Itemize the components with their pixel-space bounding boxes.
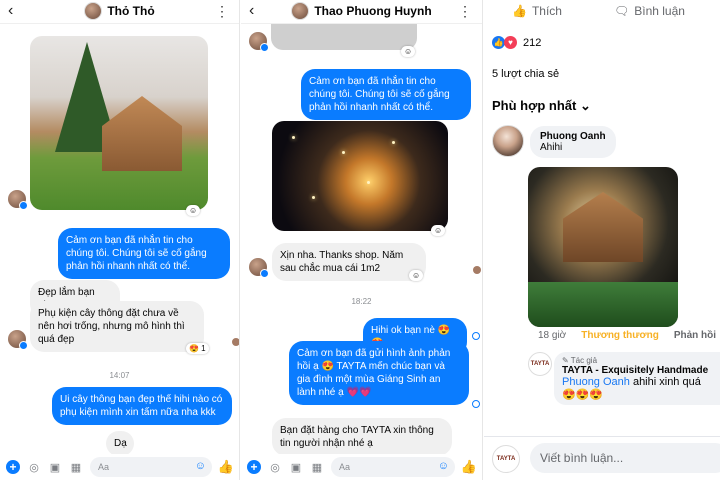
composer-page-avatar: TAYTA bbox=[492, 445, 520, 473]
timestamp: 18:22 bbox=[351, 297, 372, 306]
timestamp: 14:07 bbox=[109, 371, 130, 380]
message-outgoing: Cảm ơn bạn đã nhắn tin cho chúng tôi. Ch… bbox=[58, 228, 230, 279]
emoji-icon[interactable]: ☺ bbox=[438, 460, 449, 472]
thumbs-up-icon[interactable]: 👍 bbox=[218, 459, 234, 474]
more-options-icon[interactable]: ⋮ bbox=[458, 3, 472, 20]
react-icon[interactable]: ☺ bbox=[431, 225, 446, 236]
like-label: Thích bbox=[531, 4, 562, 18]
house-shape bbox=[563, 192, 643, 262]
reply-emojis: 😍😍😍 bbox=[562, 389, 604, 401]
react-icon[interactable]: ☺ bbox=[409, 270, 424, 281]
seen-check-icon bbox=[472, 332, 480, 340]
light-sparkle bbox=[292, 136, 295, 139]
emoji-icon[interactable]: ☺ bbox=[195, 460, 206, 472]
contact-name[interactable]: Thao Phuong Huynh bbox=[314, 4, 431, 18]
comment-photo[interactable] bbox=[528, 167, 678, 327]
message-input[interactable]: Aa ☺ bbox=[331, 457, 455, 477]
chat-panel-thao-phuong-huynh: ‹ Thao Phuong Huynh ⋮ ☺ Cảm ơn bạn đã nh… bbox=[241, 0, 483, 480]
react-icon[interactable]: ☺ bbox=[401, 46, 416, 57]
message-outgoing: Cảm ơn bạn đã gửi hình ảnh phản hồi ạ 😍 … bbox=[289, 341, 469, 405]
light-sparkle bbox=[312, 196, 315, 199]
sender-avatar bbox=[8, 330, 28, 350]
contact-name[interactable]: Thỏ Thỏ bbox=[107, 4, 154, 18]
sticker-icon[interactable]: ▦ bbox=[310, 460, 324, 474]
page-avatar[interactable]: TAYTA bbox=[528, 352, 552, 376]
sender-avatar bbox=[249, 32, 269, 52]
chevron-down-icon: ⌄ bbox=[579, 98, 591, 113]
plus-icon[interactable]: + bbox=[247, 460, 261, 474]
message-composer: + ◎ ▣ ▦ Aa ☺ 👍 bbox=[241, 454, 482, 480]
sort-label: Phù hợp nhất bbox=[492, 98, 577, 113]
more-options-icon[interactable]: ⋮ bbox=[215, 3, 229, 20]
message-incoming: Xịn nha. Thanks shop. Năm sau chắc mua c… bbox=[272, 243, 426, 281]
mention-link[interactable]: Phuong Oanh bbox=[562, 376, 630, 388]
facebook-comments-panel: 👍 Thích 🗨 Bình luận 👍 ♥ 212 5 lượt chia … bbox=[484, 0, 720, 480]
reaction-summary[interactable]: 👍 ♥ 212 bbox=[492, 36, 541, 49]
light-sparkle bbox=[392, 141, 395, 144]
sticker-icon[interactable]: ▦ bbox=[69, 460, 83, 474]
comment-composer: TAYTA Viết bình luận... bbox=[484, 436, 720, 480]
reply-body: ahihi xinh quá bbox=[629, 376, 701, 388]
camera-icon[interactable]: ◎ bbox=[268, 460, 282, 474]
comment-meta: 18 giờ Thương thương Phản hồi bbox=[538, 330, 716, 341]
comment-text: Ahihi bbox=[540, 142, 563, 153]
message-incoming: Bạn đặt hàng cho TAYTA xin thông tin ngư… bbox=[272, 418, 452, 456]
pencil-icon: ✎ bbox=[562, 356, 569, 365]
page-name[interactable]: TAYTA - Exquisitely Handmade bbox=[562, 365, 720, 376]
reply-text: Phuong Oanh ahihi xinh quá bbox=[562, 376, 720, 388]
contact-avatar[interactable] bbox=[291, 2, 310, 20]
thumbs-up-outline-icon: 👍 bbox=[512, 4, 527, 18]
moss-base bbox=[528, 282, 678, 327]
sort-dropdown[interactable]: Phù hợp nhất ⌄ bbox=[492, 98, 591, 114]
comment-bubble: Phuong Oanh Ahihi bbox=[530, 126, 616, 158]
comment-input[interactable]: Viết bình luận... bbox=[530, 443, 720, 473]
message-incoming: Phụ kiện cây thông đặt chưa về nên hơi t… bbox=[30, 301, 204, 352]
image-icon[interactable]: ▣ bbox=[289, 460, 303, 474]
commenter-name[interactable]: Phuong Oanh bbox=[540, 131, 606, 142]
reply-action[interactable]: Phản hồi bbox=[674, 330, 716, 341]
light-sparkle bbox=[367, 181, 370, 184]
message-composer: + ◎ ▣ ▦ Aa ☺ 👍 bbox=[0, 454, 239, 480]
plus-icon[interactable]: + bbox=[6, 460, 20, 474]
author-badge: ✎ Tác giả bbox=[562, 356, 720, 365]
love-reaction-icon: ♥ bbox=[504, 36, 517, 49]
reaction-count: 212 bbox=[523, 36, 542, 49]
author-badge-label: Tác giả bbox=[570, 356, 598, 365]
contact-avatar[interactable] bbox=[84, 2, 103, 20]
camera-icon[interactable]: ◎ bbox=[27, 460, 41, 474]
light-sparkle bbox=[342, 151, 345, 154]
message-outgoing: Cảm ơn bạn đã nhắn tin cho chúng tôi. Ch… bbox=[301, 69, 471, 120]
reply-bubble: ✎ Tác giả TAYTA - Exquisitely Handmade P… bbox=[554, 352, 720, 405]
like-action[interactable]: 👍 Thích bbox=[512, 4, 562, 18]
message-outgoing: Ui cây thông bạn đẹp thế hihi nào có phụ… bbox=[52, 387, 232, 425]
thumbs-up-icon[interactable]: 👍 bbox=[461, 459, 477, 474]
message-input[interactable]: Aa ☺ bbox=[90, 457, 212, 477]
sender-avatar bbox=[249, 258, 269, 278]
message-input-placeholder: Aa bbox=[98, 462, 110, 472]
comment-bubble-icon: 🗨 bbox=[614, 4, 630, 18]
chat-panel-tho-tho: ‹ Thỏ Thỏ ⋮ ☺ Cảm ơn bạn đã nhắn tin cho… bbox=[0, 0, 240, 480]
comment-time: 18 giờ bbox=[538, 330, 567, 341]
message-incoming: Dạ bbox=[106, 431, 134, 456]
commenter-avatar[interactable] bbox=[492, 125, 524, 157]
message-reaction[interactable]: 😍 1 bbox=[186, 343, 209, 354]
react-icon[interactable]: ☺ bbox=[186, 205, 201, 216]
chat-header: ‹ Thỏ Thỏ ⋮ bbox=[0, 0, 239, 24]
seen-avatar bbox=[232, 338, 239, 346]
chat-header: ‹ Thao Phuong Huynh ⋮ bbox=[241, 0, 482, 24]
seen-avatar bbox=[473, 266, 481, 274]
image-icon[interactable]: ▣ bbox=[48, 460, 62, 474]
seen-check-icon bbox=[472, 400, 480, 408]
sender-avatar bbox=[8, 190, 28, 210]
comment-action[interactable]: 🗨 Bình luận bbox=[614, 4, 685, 18]
share-count[interactable]: 5 lượt chia sẻ bbox=[492, 68, 559, 80]
message-input-placeholder: Aa bbox=[339, 462, 351, 472]
shared-photo-partial[interactable] bbox=[271, 24, 417, 50]
shared-photo-lit-house[interactable] bbox=[272, 121, 448, 231]
comment-label: Bình luận bbox=[634, 4, 685, 18]
shared-photo-christmas-scene[interactable] bbox=[30, 36, 208, 210]
comment-reaction-action[interactable]: Thương thương bbox=[581, 330, 659, 341]
